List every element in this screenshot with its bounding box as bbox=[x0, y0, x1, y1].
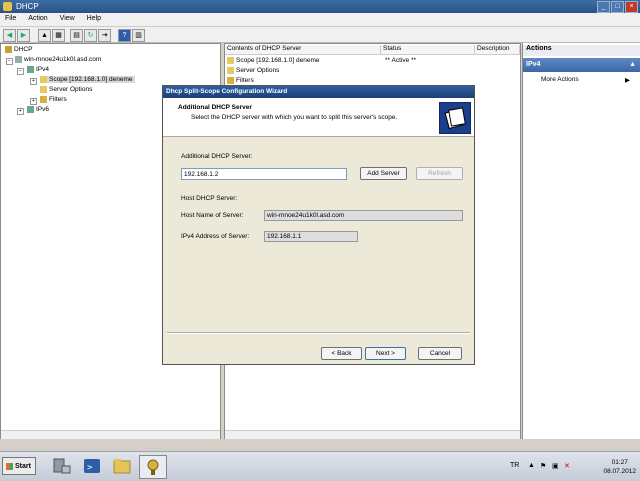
system-tray: TR ▲ ⚑ ▣ ✕ 01:27 08.07.2012 bbox=[500, 454, 640, 479]
forward-arrow-icon[interactable]: ▶ bbox=[17, 29, 30, 42]
window-title: DHCP bbox=[16, 2, 39, 11]
tree-item-scope[interactable]: Scope [192.168.1.0] deneme bbox=[40, 76, 136, 84]
properties-icon[interactable]: ▤ bbox=[70, 29, 83, 42]
tree-item-dhcp[interactable]: DHCP bbox=[5, 46, 32, 53]
menu-file[interactable]: File bbox=[0, 13, 21, 24]
cancel-button[interactable]: Cancel bbox=[418, 347, 462, 360]
volume-muted-icon[interactable]: ✕ bbox=[564, 462, 570, 470]
dialog-header: Additional DHCP Server Select the DHCP s… bbox=[163, 98, 474, 137]
actions-section-ipv4[interactable]: IPv4 ▲ bbox=[523, 58, 640, 72]
tree-item-server-options[interactable]: Server Options bbox=[40, 86, 92, 93]
more-actions-link[interactable]: More Actions ▶ bbox=[541, 76, 630, 84]
dhcp-taskbar-icon[interactable] bbox=[139, 455, 167, 479]
dhcp-icon bbox=[5, 46, 12, 53]
ipv4-address-label: IPv4 Address of Server: bbox=[181, 233, 250, 240]
wizard-logo-icon bbox=[439, 102, 471, 134]
dhcp-app-icon bbox=[3, 2, 12, 11]
ipv6-icon bbox=[27, 106, 34, 113]
explorer-folder-icon[interactable] bbox=[111, 456, 133, 476]
column-header-contents[interactable]: Contents of DHCP Server bbox=[225, 45, 381, 55]
language-indicator[interactable]: TR bbox=[510, 462, 519, 469]
tree-item-ipv6[interactable]: IPv6 bbox=[27, 106, 49, 113]
expand-icon[interactable]: + bbox=[30, 78, 37, 85]
back-arrow-icon[interactable]: ◀ bbox=[3, 29, 16, 42]
dialog-separator bbox=[167, 332, 470, 334]
additional-server-label: Additional DHCP Server: bbox=[181, 153, 253, 160]
minimize-button[interactable]: _ bbox=[597, 1, 610, 13]
show-hidden-icons-icon[interactable]: ▲ bbox=[528, 462, 535, 469]
dialog-heading: Additional DHCP Server bbox=[178, 104, 252, 111]
folder-icon bbox=[40, 76, 47, 83]
menu-help[interactable]: Help bbox=[82, 13, 106, 24]
list-item[interactable]: Scope [192.168.1.0] deneme bbox=[227, 57, 319, 64]
menu-view[interactable]: View bbox=[55, 13, 80, 24]
list-horizontal-scrollbar[interactable] bbox=[225, 430, 520, 439]
refresh-icon[interactable]: ↻ bbox=[84, 29, 97, 42]
collapse-arrow-icon[interactable]: ▲ bbox=[629, 61, 636, 68]
folder-icon bbox=[227, 57, 234, 64]
clock[interactable]: 01:27 08.07.2012 bbox=[603, 458, 636, 476]
list-item[interactable]: Server Options bbox=[227, 67, 279, 74]
menu-bar: File Action View Help bbox=[0, 13, 640, 27]
action-center-flag-icon[interactable]: ⚑ bbox=[540, 462, 546, 470]
column-header-description[interactable]: Description bbox=[475, 45, 520, 55]
folder-icon bbox=[40, 86, 47, 93]
menu-action[interactable]: Action bbox=[23, 13, 52, 24]
title-bar: DHCP _ □ × bbox=[0, 0, 640, 13]
up-folder-icon[interactable]: ▲ bbox=[38, 29, 51, 42]
svg-text:>: > bbox=[87, 463, 93, 473]
toolbar: ◀ ▶ ▲ ▦ ▤ ↻ ⇥ ? ▥ bbox=[0, 27, 640, 43]
expand-icon[interactable]: + bbox=[30, 98, 37, 105]
expand-icon[interactable]: + bbox=[17, 108, 24, 115]
help-icon[interactable]: ? bbox=[118, 29, 131, 42]
split-scope-wizard-dialog: Dhcp Split-Scope Configuration Wizard Ad… bbox=[162, 85, 475, 365]
actions-pane: Actions IPv4 ▲ More Actions ▶ bbox=[522, 43, 640, 439]
submenu-arrow-icon: ▶ bbox=[625, 77, 630, 84]
actions-header: Actions bbox=[523, 45, 640, 56]
add-server-button[interactable]: Add Server bbox=[360, 167, 407, 180]
tree-horizontal-scrollbar[interactable] bbox=[1, 430, 220, 439]
dialog-subheading: Select the DHCP server with which you wa… bbox=[191, 114, 398, 121]
collapse-icon[interactable]: − bbox=[17, 68, 24, 75]
ipv4-icon bbox=[27, 66, 34, 73]
host-name-label: Host Name of Server: bbox=[181, 212, 244, 219]
additional-server-input[interactable]: 192.168.1.2 bbox=[181, 168, 347, 180]
maximize-button[interactable]: □ bbox=[611, 1, 624, 13]
filter-icon bbox=[40, 96, 47, 103]
refresh-button[interactable]: Refresh bbox=[416, 167, 463, 180]
taskbar: Start > TR ▲ ⚑ ▣ ✕ 01:27 08.07.2012 bbox=[0, 451, 640, 481]
tree-item-filters[interactable]: Filters bbox=[40, 96, 67, 103]
windows-flag-icon bbox=[6, 463, 13, 470]
ipv4-address-field: 192.168.1.1 bbox=[264, 231, 358, 242]
start-button[interactable]: Start bbox=[2, 457, 36, 475]
server-icon bbox=[15, 56, 22, 63]
show-hide-tree-icon[interactable]: ▦ bbox=[52, 29, 65, 42]
folder-icon bbox=[227, 67, 234, 74]
export-list-icon[interactable]: ⇥ bbox=[98, 29, 111, 42]
dialog-title: Dhcp Split-Scope Configuration Wizard bbox=[163, 86, 474, 98]
action-pane-icon[interactable]: ▥ bbox=[132, 29, 145, 42]
list-item[interactable]: Filters bbox=[227, 77, 254, 84]
next-button[interactable]: Next > bbox=[365, 347, 406, 360]
tree-item-server[interactable]: win-mnoe24u1k0l.asd.com bbox=[15, 56, 101, 63]
host-name-field: win-mnoe24u1k0l.asd.com bbox=[264, 210, 463, 221]
list-item-status: ** Active ** bbox=[385, 57, 417, 64]
back-button[interactable]: < Back bbox=[321, 347, 362, 360]
tree-item-ipv4[interactable]: IPv4 bbox=[27, 66, 49, 73]
powershell-icon[interactable]: > bbox=[81, 456, 103, 476]
collapse-icon[interactable]: − bbox=[6, 58, 13, 65]
server-manager-icon[interactable] bbox=[50, 456, 72, 476]
host-server-section-label: Host DHCP Server: bbox=[181, 195, 238, 202]
filter-icon bbox=[227, 77, 234, 84]
close-button[interactable]: × bbox=[625, 1, 638, 13]
column-header-status[interactable]: Status bbox=[381, 45, 475, 55]
network-icon[interactable]: ▣ bbox=[552, 462, 559, 470]
